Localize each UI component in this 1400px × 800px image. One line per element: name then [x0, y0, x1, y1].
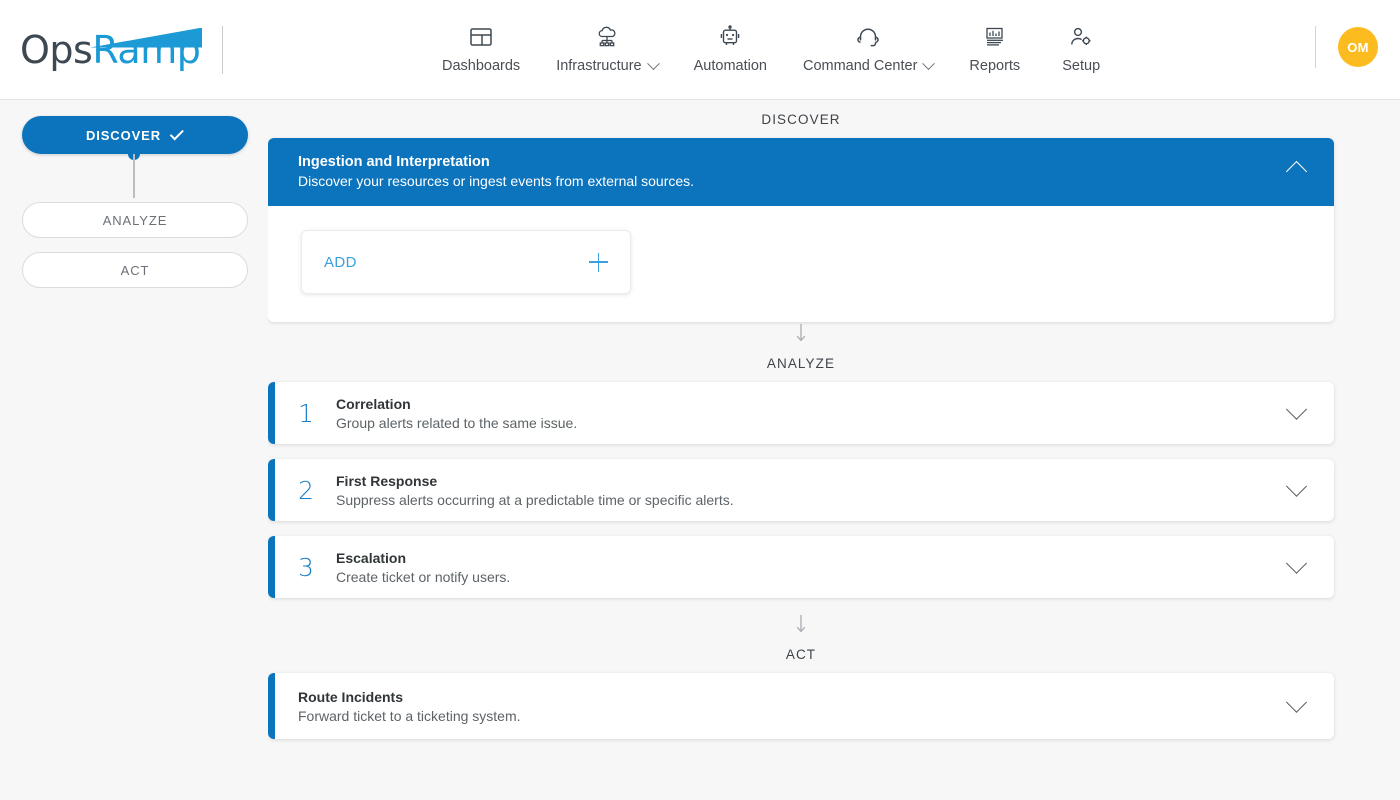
row-accent-bar — [268, 536, 275, 598]
row-accent-bar — [268, 459, 275, 521]
analyze-rows: 1 Correlation Group alerts related to th… — [268, 382, 1334, 598]
chevron-down-icon[interactable] — [1285, 398, 1308, 420]
row-title: Escalation — [336, 549, 407, 566]
plus-icon — [589, 252, 608, 272]
main-nav: Dashboards Infrastructure Automation Com… — [424, 22, 1124, 74]
nav-text: Command Center — [802, 58, 918, 74]
chevron-up-icon[interactable] — [1285, 160, 1308, 183]
nav-item-setup[interactable]: Setup — [1038, 22, 1124, 74]
nav-text: Automation — [693, 58, 767, 74]
brand-divider — [222, 25, 224, 74]
nav-text: Infrastructure — [556, 58, 642, 74]
ingestion-panel-text: Ingestion and Interpretation Discover yo… — [298, 154, 694, 189]
table-row[interactable]: 1 Correlation Group alerts related to th… — [268, 382, 1334, 444]
avatar[interactable]: OM — [1338, 27, 1378, 67]
row-accent-bar — [268, 382, 275, 444]
nav-item-command-center[interactable]: Command Center — [785, 22, 951, 74]
check-icon — [169, 125, 184, 140]
ingestion-panel-title: Ingestion and Interpretation — [298, 154, 490, 170]
row-text: Escalation Create ticket or notify users… — [336, 550, 1289, 585]
nav-label: Dashboards — [442, 58, 520, 74]
row-title: First Response — [336, 472, 438, 489]
cloud-network-icon — [594, 22, 620, 52]
section-label-discover: DISCOVER — [761, 112, 841, 127]
nav-label: Command Center — [802, 56, 936, 74]
add-integration-button[interactable]: ADD — [301, 230, 631, 294]
flow-arrow-discover-to-analyze — [268, 322, 1334, 344]
top-navigation-bar: OpsRamp Dashboards Infrastructure Automa… — [0, 0, 1400, 100]
stepper-connector-line — [133, 154, 135, 198]
brand-logo[interactable]: OpsRamp — [0, 0, 224, 99]
nav-right-group: OM — [1315, 26, 1378, 68]
ingestion-panel-header[interactable]: Ingestion and Interpretation Discover yo… — [268, 138, 1334, 206]
nav-item-reports[interactable]: Reports — [951, 22, 1038, 74]
sidebar-step-label: ACT — [120, 262, 150, 278]
row-accent-bar — [268, 673, 275, 739]
nav-item-dashboards[interactable]: Dashboards — [424, 22, 538, 74]
user-gear-icon — [1068, 22, 1094, 52]
row-number: 2 — [298, 475, 314, 505]
chevron-down-icon[interactable] — [646, 56, 660, 70]
report-chart-icon — [982, 22, 1008, 52]
nav-item-automation[interactable]: Automation — [676, 22, 785, 74]
chevron-down-icon[interactable] — [922, 56, 936, 70]
ingestion-panel: Ingestion and Interpretation Discover yo… — [268, 138, 1334, 322]
nav-text: Dashboards — [442, 58, 521, 74]
row-title: Route Incidents — [298, 688, 404, 705]
add-button-label: ADD — [324, 253, 357, 271]
row-subtitle: Group alerts related to the same issue. — [336, 414, 578, 431]
chevron-down-icon[interactable] — [1285, 552, 1308, 574]
sidebar-step-label: DISCOVER — [85, 127, 162, 143]
robot-icon — [717, 22, 743, 52]
page-body: DISCOVER ANALYZE ACT DISCOVER Ingestion … — [0, 100, 1400, 800]
row-subtitle: Forward ticket to a ticketing system. — [298, 707, 521, 724]
workflow-stepper-sidebar: DISCOVER ANALYZE ACT — [0, 100, 268, 800]
nav-label: Setup — [1062, 58, 1100, 74]
logo-text-ops: Ops — [20, 27, 93, 72]
sidebar-step-analyze[interactable]: ANALYZE — [22, 202, 248, 238]
table-row[interactable]: 3 Escalation Create ticket or notify use… — [268, 536, 1334, 598]
row-text: Route Incidents Forward ticket to a tick… — [298, 689, 1289, 724]
row-text: First Response Suppress alerts occurring… — [336, 473, 1289, 508]
chevron-down-icon[interactable] — [1285, 691, 1308, 713]
main-content: DISCOVER Ingestion and Interpretation Di… — [268, 100, 1400, 800]
row-title: Correlation — [336, 395, 411, 412]
opsramp-logo: OpsRamp — [20, 27, 208, 72]
row-number: 1 — [298, 398, 314, 428]
nav-text: Reports — [969, 58, 1021, 74]
row-subtitle: Create ticket or notify users. — [336, 568, 511, 585]
table-row[interactable]: 2 First Response Suppress alerts occurri… — [268, 459, 1334, 521]
ingestion-panel-subtitle: Discover your resources or ingest events… — [298, 173, 695, 189]
section-label-act: ACT — [785, 647, 817, 662]
chevron-down-icon[interactable] — [1285, 475, 1308, 497]
nav-label: Automation — [694, 58, 767, 74]
nav-item-infrastructure[interactable]: Infrastructure — [538, 22, 675, 74]
ingestion-panel-body: ADD — [268, 206, 1334, 322]
sidebar-step-label: ANALYZE — [102, 212, 168, 228]
row-number: 3 — [298, 552, 314, 582]
row-subtitle: Suppress alerts occurring at a predictab… — [336, 491, 734, 508]
nav-label: Reports — [969, 58, 1020, 74]
table-row[interactable]: Route Incidents Forward ticket to a tick… — [268, 673, 1334, 739]
row-text: Correlation Group alerts related to the … — [336, 396, 1289, 431]
dashboard-layout-icon — [468, 22, 494, 52]
nav-divider — [1315, 26, 1316, 68]
flow-arrow-analyze-to-act — [268, 613, 1334, 635]
act-rows: Route Incidents Forward ticket to a tick… — [268, 673, 1334, 739]
nav-text: Setup — [1062, 58, 1101, 74]
nav-label: Infrastructure — [556, 56, 660, 74]
headset-icon — [855, 22, 881, 52]
section-label-analyze: ANALYZE — [766, 356, 836, 371]
sidebar-step-act[interactable]: ACT — [22, 252, 248, 288]
